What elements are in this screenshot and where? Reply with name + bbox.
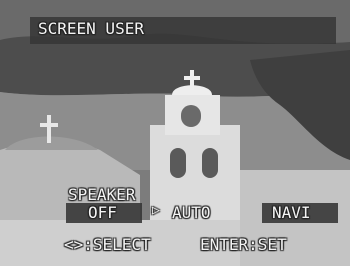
option-off[interactable]: OFF [88, 203, 117, 222]
option-navi[interactable]: NAVI [272, 203, 311, 222]
speaker-label: SPEAKER [68, 185, 136, 204]
triangle-right-icon: ▷ [152, 203, 160, 218]
screen-title: SCREEN USER [38, 19, 144, 38]
option-auto[interactable]: AUTO [172, 203, 211, 222]
help-set: ENTER:SET [200, 235, 287, 254]
camera-lcd-screen: SCREEN USER SPEAKER OFF ▷ AUTO NAVI <>:S… [0, 0, 350, 266]
help-select: <>:SELECT [64, 235, 151, 254]
